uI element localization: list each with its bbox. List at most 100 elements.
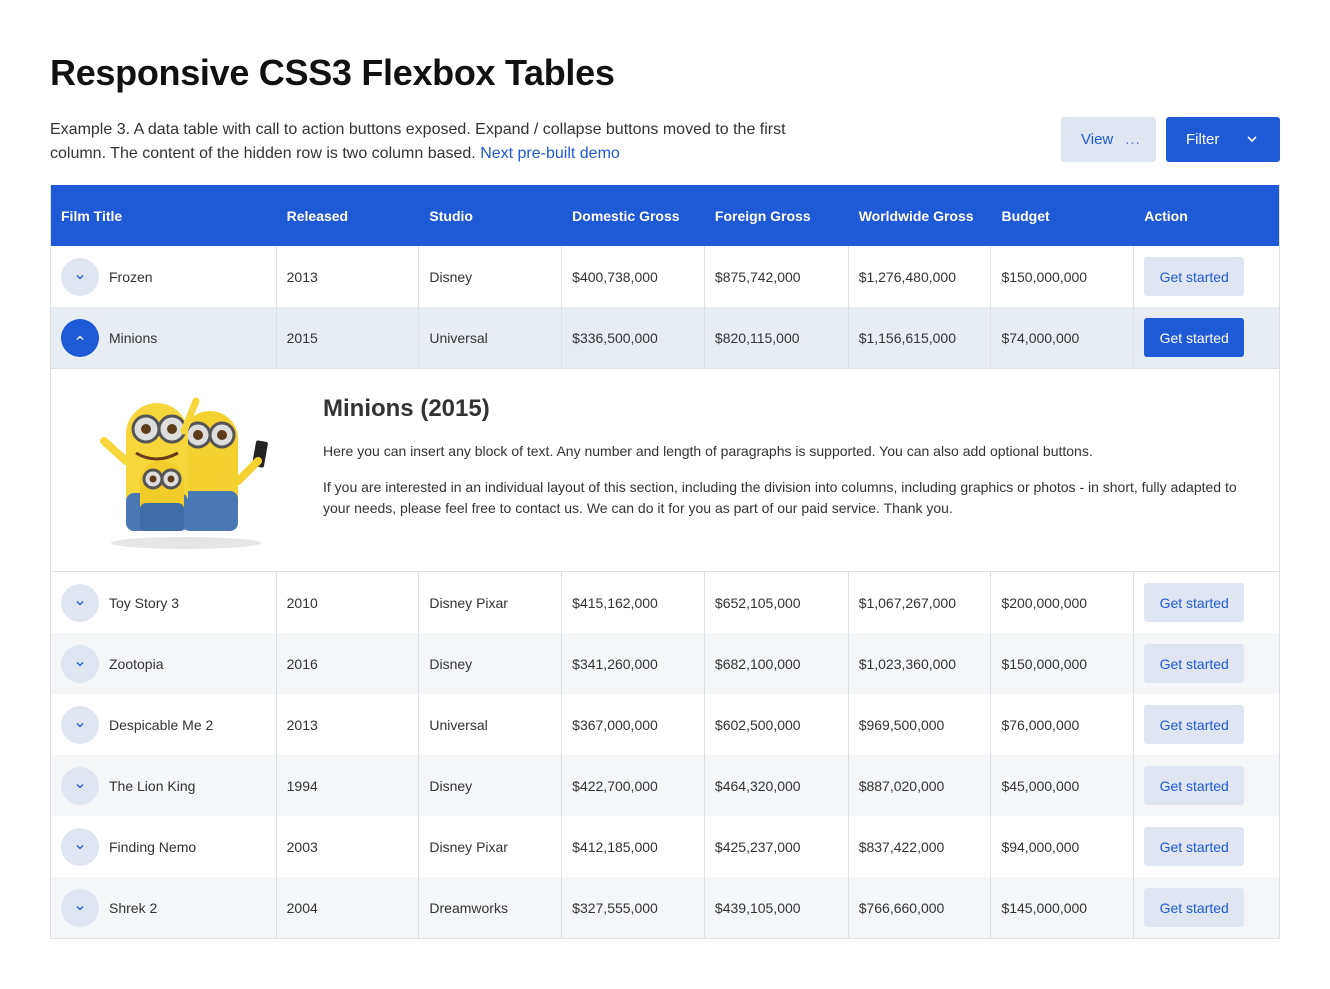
get-started-button[interactable]: Get started: [1144, 318, 1245, 357]
chevron-down-icon: [1247, 136, 1257, 143]
get-started-button[interactable]: Get started: [1144, 583, 1245, 622]
row-detail-panel: Minions (2015) Here you can insert any b…: [51, 368, 1279, 572]
header-released[interactable]: Released: [277, 185, 420, 246]
expand-toggle[interactable]: [61, 766, 99, 805]
view-button-label: View: [1081, 131, 1114, 148]
domestic-cell: $367,000,000: [562, 694, 705, 755]
released-cell: 2016: [277, 633, 420, 694]
domestic-cell: $341,260,000: [562, 633, 705, 694]
released-cell: 2015: [277, 307, 420, 368]
films-table: Film Title Released Studio Domestic Gros…: [50, 185, 1280, 939]
table-row: Shrek 2 2004 Dreamworks $327,555,000 $43…: [51, 877, 1279, 938]
table-row: Frozen 2013 Disney $400,738,000 $875,742…: [51, 246, 1279, 307]
studio-cell: Disney: [419, 755, 563, 816]
table-row: Minions 2015 Universal $336,500,000 $820…: [51, 307, 1279, 368]
chevron-down-icon: [76, 844, 84, 849]
expand-toggle[interactable]: [61, 705, 99, 744]
header-budget[interactable]: Budget: [991, 185, 1134, 246]
studio-cell: Disney Pixar: [419, 816, 563, 877]
expand-toggle[interactable]: [61, 257, 99, 296]
expand-toggle[interactable]: [61, 888, 99, 927]
domestic-cell: $400,738,000: [562, 246, 705, 307]
budget-cell: $74,000,000: [991, 307, 1135, 368]
film-title: Minions: [109, 329, 158, 346]
chevron-down-icon: [76, 274, 84, 279]
get-started-button[interactable]: Get started: [1144, 827, 1245, 866]
table-row: Finding Nemo 2003 Disney Pixar $412,185,…: [51, 816, 1279, 877]
domestic-cell: $422,700,000: [562, 755, 705, 816]
film-title: The Lion King: [109, 777, 196, 794]
detail-heading: Minions (2015): [323, 395, 490, 422]
table-row: The Lion King 1994 Disney $422,700,000 $…: [51, 755, 1279, 816]
studio-cell: Dreamworks: [419, 877, 563, 938]
domestic-cell: $412,185,000: [562, 816, 705, 877]
foreign-cell: $682,100,000: [705, 633, 849, 694]
worldwide-cell: $837,422,000: [849, 816, 992, 877]
header-domestic-gross[interactable]: Domestic Gross: [562, 185, 705, 246]
header-film-title[interactable]: Film Title: [51, 185, 277, 246]
filter-button[interactable]: Filter: [1166, 117, 1280, 162]
minions-image: [100, 397, 268, 549]
foreign-cell: $875,742,000: [705, 246, 849, 307]
chevron-down-icon: [76, 661, 84, 666]
film-title: Toy Story 3: [109, 594, 180, 611]
worldwide-cell: $766,660,000: [849, 877, 992, 938]
header-studio[interactable]: Studio: [419, 185, 562, 246]
studio-cell: Universal: [419, 694, 563, 755]
foreign-cell: $425,237,000: [705, 816, 849, 877]
released-cell: 2004: [277, 877, 420, 938]
header-worldwide-gross[interactable]: Worldwide Gross: [849, 185, 992, 246]
header-action: Action: [1144, 207, 1188, 224]
released-cell: 2013: [277, 246, 420, 307]
table-row: Toy Story 3 2010 Disney Pixar $415,162,0…: [51, 572, 1279, 633]
get-started-button[interactable]: Get started: [1144, 257, 1245, 296]
film-title: Frozen: [109, 268, 153, 285]
next-demo-link[interactable]: Next pre-built demo: [480, 145, 620, 162]
released-cell: 1994: [277, 755, 420, 816]
chevron-down-icon: [76, 905, 84, 910]
page-title: Responsive CSS3 Flexbox Tables: [50, 52, 615, 93]
detail-paragraph: If you are interested in an individual l…: [323, 479, 1237, 516]
budget-cell: $76,000,000: [991, 694, 1135, 755]
filter-button-label: Filter: [1186, 131, 1220, 148]
expand-toggle[interactable]: [61, 827, 99, 866]
domestic-cell: $415,162,000: [562, 572, 705, 633]
released-cell: 2010: [277, 572, 420, 633]
table-row: Zootopia 2016 Disney $341,260,000 $682,1…: [51, 633, 1279, 694]
detail-paragraph: Here you can insert any block of text. A…: [323, 443, 1093, 459]
budget-cell: $200,000,000: [991, 572, 1135, 633]
film-title: Despicable Me 2: [109, 716, 214, 733]
film-title: Finding Nemo: [109, 838, 197, 855]
expand-toggle[interactable]: [61, 583, 99, 622]
chevron-down-icon: [76, 600, 84, 605]
get-started-button[interactable]: Get started: [1144, 766, 1245, 805]
budget-cell: $150,000,000: [991, 246, 1135, 307]
intro-text: Example 3. A data table with call to act…: [50, 118, 790, 166]
header-foreign-gross[interactable]: Foreign Gross: [705, 185, 849, 246]
get-started-button[interactable]: Get started: [1144, 888, 1245, 927]
chevron-up-icon: [76, 335, 84, 340]
foreign-cell: $652,105,000: [705, 572, 849, 633]
studio-cell: Disney Pixar: [419, 572, 563, 633]
chevron-down-icon: [76, 783, 84, 788]
table-header: Film Title Released Studio Domestic Gros…: [51, 185, 1279, 246]
studio-cell: Disney: [419, 633, 563, 694]
foreign-cell: $464,320,000: [705, 755, 849, 816]
budget-cell: $145,000,000: [991, 877, 1135, 938]
worldwide-cell: $1,067,267,000: [849, 572, 992, 633]
chevron-down-icon: [76, 722, 84, 727]
worldwide-cell: $1,156,615,000: [849, 307, 992, 368]
collapse-toggle[interactable]: [61, 318, 99, 357]
foreign-cell: $439,105,000: [705, 877, 849, 938]
view-button[interactable]: View ...: [1061, 117, 1156, 162]
foreign-cell: $820,115,000: [705, 307, 849, 368]
get-started-button[interactable]: Get started: [1144, 705, 1245, 744]
budget-cell: $94,000,000: [991, 816, 1135, 877]
studio-cell: Universal: [419, 307, 563, 368]
foreign-cell: $602,500,000: [705, 694, 849, 755]
expand-toggle[interactable]: [61, 644, 99, 683]
table-row: Despicable Me 2 2013 Universal $367,000,…: [51, 694, 1279, 755]
budget-cell: $45,000,000: [991, 755, 1135, 816]
get-started-button[interactable]: Get started: [1144, 644, 1245, 683]
more-icon: ...: [1125, 131, 1141, 148]
